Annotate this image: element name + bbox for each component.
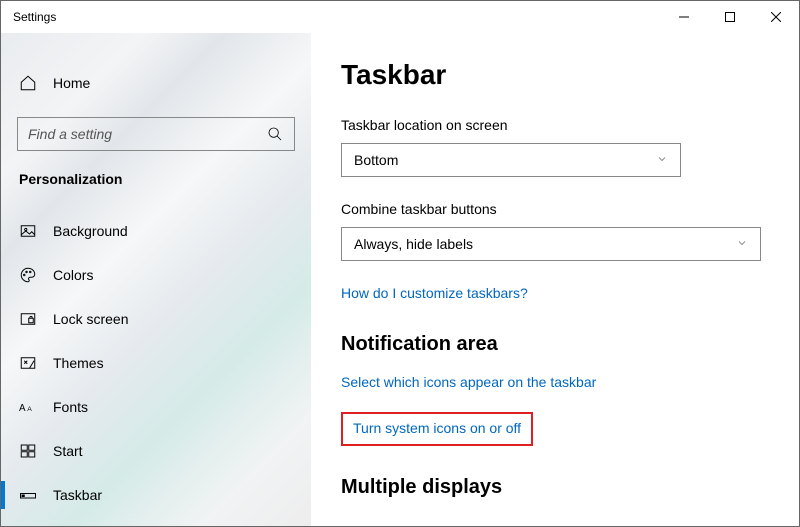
link-system-icons[interactable]: Turn system icons on or off	[353, 420, 521, 436]
combine-buttons-label: Combine taskbar buttons	[341, 201, 769, 217]
section-multiple-displays: Multiple displays	[341, 476, 769, 499]
taskbar-location-label: Taskbar location on screen	[341, 117, 769, 133]
window-body: Home Personalization	[1, 33, 799, 526]
sidebar-item-themes[interactable]: Themes	[1, 341, 311, 385]
highlight-box: Turn system icons on or off	[341, 412, 533, 446]
content-pane: Taskbar Taskbar location on screen Botto…	[311, 33, 799, 526]
svg-text:A: A	[27, 406, 32, 413]
sidebar-item-start[interactable]: Start	[1, 429, 311, 473]
fonts-icon: AA	[19, 398, 37, 416]
sidebar-item-background[interactable]: Background	[1, 209, 311, 253]
lock-screen-icon	[19, 310, 37, 328]
section-notification-area: Notification area	[341, 333, 769, 356]
chevron-down-icon	[736, 236, 748, 252]
maximize-button[interactable]	[707, 1, 753, 33]
search-input[interactable]	[28, 126, 248, 142]
picture-icon	[19, 222, 37, 240]
maximize-icon	[725, 12, 735, 22]
sidebar-item-fonts[interactable]: AA Fonts	[1, 385, 311, 429]
taskbar-icon	[19, 486, 37, 504]
sidebar-item-label: Colors	[53, 267, 93, 283]
chevron-down-icon	[656, 152, 668, 168]
sidebar-item-colors[interactable]: Colors	[1, 253, 311, 297]
sidebar-item-label: Taskbar	[53, 487, 102, 503]
sidebar-item-label: Lock screen	[53, 311, 128, 327]
window-title: Settings	[13, 10, 56, 24]
sidebar-item-label: Start	[53, 443, 83, 459]
search-icon	[266, 125, 284, 143]
search-box[interactable]	[17, 117, 295, 151]
svg-text:A: A	[19, 403, 26, 414]
start-icon	[19, 442, 37, 460]
combine-buttons-select[interactable]: Always, hide labels	[341, 227, 761, 261]
page-title: Taskbar	[341, 59, 769, 91]
sidebar: Home Personalization	[1, 33, 311, 526]
taskbar-location-value: Bottom	[354, 152, 398, 168]
combine-buttons-value: Always, hide labels	[354, 236, 473, 252]
settings-window: Settings Home	[0, 0, 800, 527]
close-icon	[771, 12, 781, 22]
sidebar-item-lock-screen[interactable]: Lock screen	[1, 297, 311, 341]
taskbar-location-select[interactable]: Bottom	[341, 143, 681, 177]
titlebar: Settings	[1, 1, 799, 33]
minimize-icon	[679, 12, 689, 22]
link-customize-taskbars[interactable]: How do I customize taskbars?	[341, 285, 528, 301]
sidebar-category: Personalization	[1, 171, 311, 187]
minimize-button[interactable]	[661, 1, 707, 33]
nav-home[interactable]: Home	[1, 63, 311, 103]
sidebar-item-label: Background	[53, 223, 128, 239]
link-select-icons[interactable]: Select which icons appear on the taskbar	[341, 374, 596, 390]
sidebar-nav: Background Colors Lock screen	[1, 209, 311, 517]
nav-home-label: Home	[53, 75, 90, 91]
sidebar-item-label: Themes	[53, 355, 104, 371]
close-button[interactable]	[753, 1, 799, 33]
home-icon	[19, 74, 37, 92]
palette-icon	[19, 266, 37, 284]
sidebar-item-label: Fonts	[53, 399, 88, 415]
themes-icon	[19, 354, 37, 372]
window-controls	[661, 1, 799, 33]
sidebar-item-taskbar[interactable]: Taskbar	[1, 473, 311, 517]
